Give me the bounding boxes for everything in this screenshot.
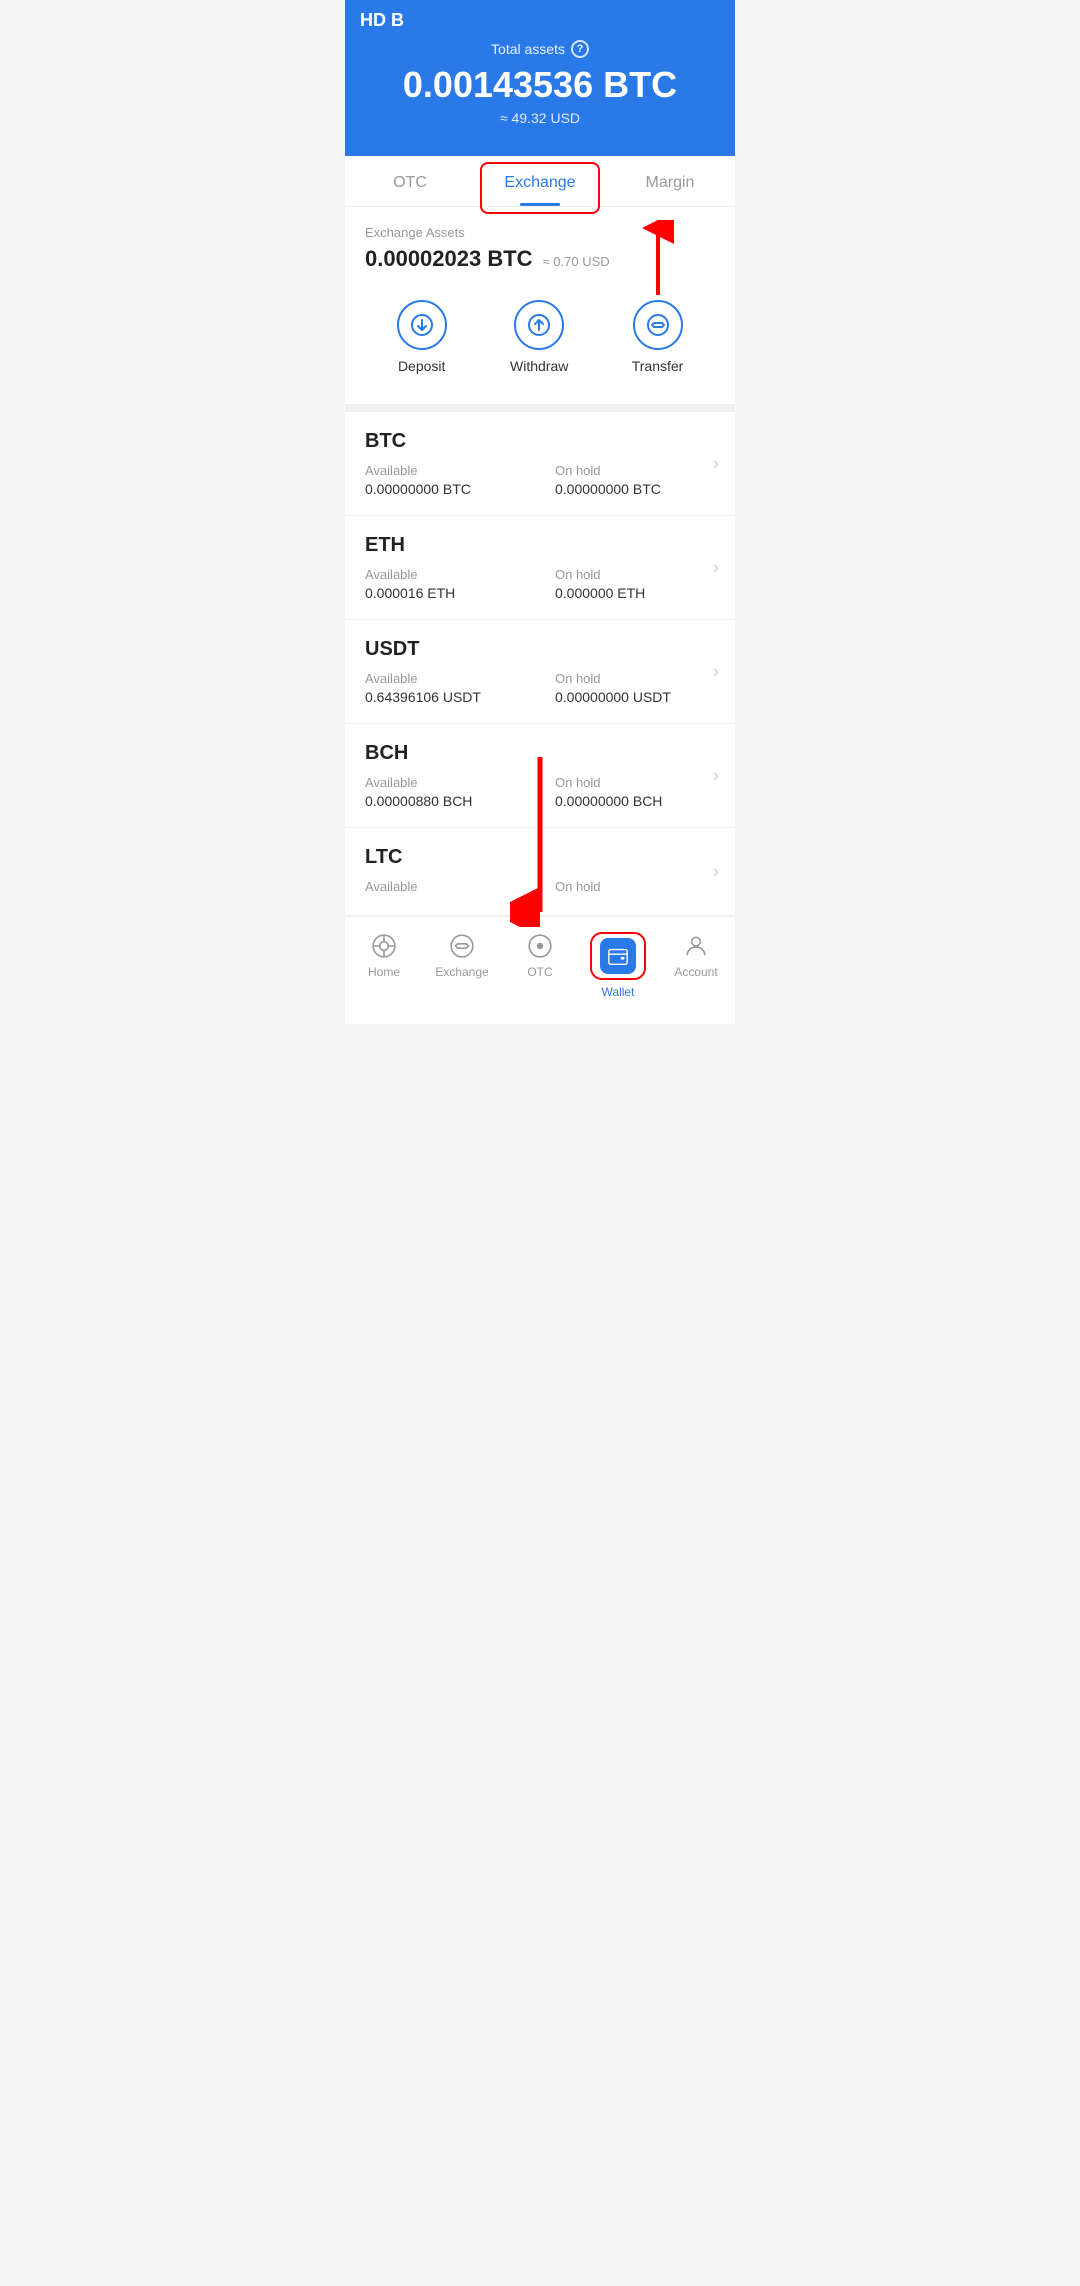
transfer-button[interactable]: Transfer (632, 300, 684, 374)
otc-icon (526, 932, 554, 960)
account-icon (682, 932, 710, 960)
onhold-label: On hold (555, 463, 715, 478)
nav-account[interactable]: Account (657, 927, 735, 1004)
home-icon (370, 932, 398, 960)
asset-onhold-col: On hold 0.00000000 USDT (555, 671, 715, 705)
nav-exchange-label: Exchange (435, 965, 488, 979)
action-buttons: Deposit Withdraw Transfer (365, 290, 715, 394)
onhold-label: On hold (555, 671, 715, 686)
available-label: Available (365, 463, 525, 478)
nav-home[interactable]: Home (345, 927, 423, 1004)
onhold-value: 0.00000000 BCH (555, 793, 715, 809)
asset-name: LTC (365, 846, 715, 869)
asset-name: BTC (365, 430, 715, 453)
nav-otc[interactable]: OTC (501, 927, 579, 1004)
logo: HD B (360, 10, 404, 31)
asset-available-col: Available (365, 879, 525, 897)
nav-wallet[interactable]: Wallet (579, 927, 657, 1004)
asset-details: Available 0.64396106 USDT On hold 0.0000… (365, 671, 715, 705)
deposit-label: Deposit (398, 358, 445, 374)
withdraw-icon (514, 300, 564, 350)
nav-exchange[interactable]: Exchange (423, 927, 501, 1004)
withdraw-button[interactable]: Withdraw (510, 300, 568, 374)
onhold-value: 0.00000000 USDT (555, 689, 715, 705)
asset-item-bch[interactable]: BCH Available 0.00000880 BCH On hold 0.0… (345, 724, 735, 828)
available-value: 0.00000880 BCH (365, 793, 525, 809)
asset-onhold-col: On hold (555, 879, 715, 897)
exchange-assets-row: 0.00002023 BTC ≈ 0.70 USD (365, 246, 715, 272)
bottom-nav: Home Exchange OTC (345, 916, 735, 1024)
exchange-assets-section: Exchange Assets 0.00002023 BTC ≈ 0.70 US… (345, 207, 735, 404)
nav-wallet-label: Wallet (602, 985, 635, 999)
asset-available-col: Available 0.00000000 BTC (365, 463, 525, 497)
onhold-label: On hold (555, 879, 715, 894)
withdraw-label: Withdraw (510, 358, 568, 374)
exchange-icon (448, 932, 476, 960)
section-divider (345, 404, 735, 412)
available-value: 0.000016 ETH (365, 585, 525, 601)
available-label: Available (365, 775, 525, 790)
onhold-label: On hold (555, 775, 715, 790)
deposit-icon (397, 300, 447, 350)
asset-onhold-col: On hold 0.00000000 BTC (555, 463, 715, 497)
tab-margin[interactable]: Margin (605, 156, 735, 206)
asset-onhold-col: On hold 0.000000 ETH (555, 567, 715, 601)
transfer-label: Transfer (632, 358, 684, 374)
asset-available-col: Available 0.64396106 USDT (365, 671, 525, 705)
chevron-right-icon: › (713, 453, 719, 474)
chevron-right-icon: › (713, 765, 719, 786)
chevron-right-icon: › (713, 557, 719, 578)
onhold-value: 0.000000 ETH (555, 585, 715, 601)
available-value: 0.64396106 USDT (365, 689, 525, 705)
chevron-right-icon: › (713, 861, 719, 882)
deposit-button[interactable]: Deposit (397, 300, 447, 374)
onhold-label: On hold (555, 567, 715, 582)
exchange-usd-amount: ≈ 0.70 USD (543, 254, 610, 269)
available-label: Available (365, 567, 525, 582)
tab-exchange[interactable]: Exchange (475, 156, 605, 206)
asset-item-usdt[interactable]: USDT Available 0.64396106 USDT On hold 0… (345, 620, 735, 724)
asset-available-col: Available 0.000016 ETH (365, 567, 525, 601)
nav-home-label: Home (368, 965, 400, 979)
wallet-icon-bg (600, 938, 636, 974)
exchange-btc-amount: 0.00002023 BTC (365, 246, 533, 272)
nav-account-label: Account (674, 965, 717, 979)
onhold-value: 0.00000000 BTC (555, 481, 715, 497)
total-btc-amount: 0.00143536 BTC (365, 64, 715, 106)
asset-item-eth[interactable]: ETH Available 0.000016 ETH On hold 0.000… (345, 516, 735, 620)
total-usd-amount: ≈ 49.32 USD (365, 110, 715, 126)
asset-onhold-col: On hold 0.00000000 BCH (555, 775, 715, 809)
asset-name: BCH (365, 742, 715, 765)
available-label: Available (365, 671, 525, 686)
available-label: Available (365, 879, 525, 894)
header: HD B Total assets ? 0.00143536 BTC ≈ 49.… (345, 0, 735, 156)
tabs-container: OTC Exchange Margin (345, 156, 735, 207)
chevron-right-icon: › (713, 661, 719, 682)
transfer-icon (633, 300, 683, 350)
asset-item-btc[interactable]: BTC Available 0.00000000 BTC On hold 0.0… (345, 412, 735, 516)
nav-otc-label: OTC (527, 965, 552, 979)
total-assets-label: Total assets ? (365, 40, 715, 58)
tab-otc[interactable]: OTC (345, 156, 475, 206)
asset-list: BTC Available 0.00000000 BTC On hold 0.0… (345, 412, 735, 916)
asset-name: ETH (365, 534, 715, 557)
available-value: 0.00000000 BTC (365, 481, 525, 497)
info-icon[interactable]: ? (571, 40, 589, 58)
asset-details: Available 0.00000000 BTC On hold 0.00000… (365, 463, 715, 497)
asset-name: USDT (365, 638, 715, 661)
wallet-highlight-box (590, 932, 646, 980)
asset-details: Available 0.00000880 BCH On hold 0.00000… (365, 775, 715, 809)
asset-item-ltc[interactable]: LTC Available On hold › (345, 828, 735, 916)
exchange-assets-label: Exchange Assets (365, 225, 715, 240)
asset-available-col: Available 0.00000880 BCH (365, 775, 525, 809)
asset-details: Available 0.000016 ETH On hold 0.000000 … (365, 567, 715, 601)
asset-details: Available On hold (365, 879, 715, 897)
